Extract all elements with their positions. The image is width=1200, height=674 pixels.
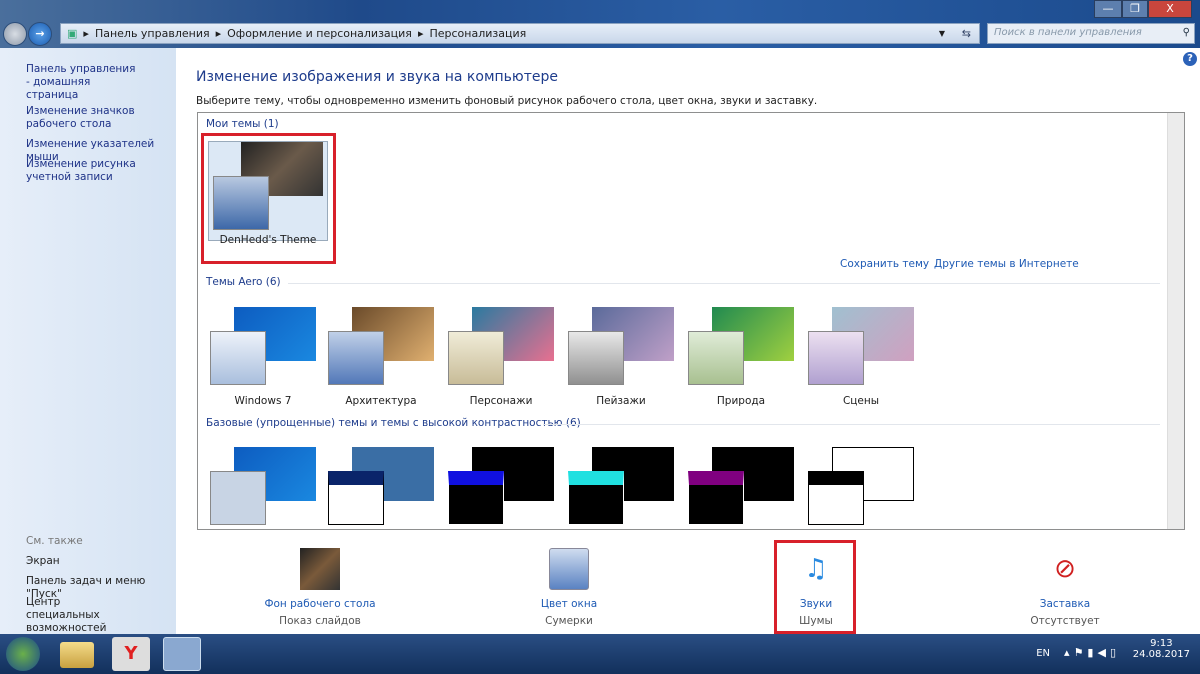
taskbar: Y EN ▴⚑▮◀▯ 9:13 24.08.2017 bbox=[0, 634, 1200, 674]
breadcrumb-personalization[interactable]: Персонализация bbox=[429, 27, 526, 40]
search-icon: ⚲ bbox=[1182, 27, 1190, 38]
page-title: Изменение изображения и звука на компьют… bbox=[196, 69, 558, 85]
search-input[interactable]: Поиск в панели управления ⚲ bbox=[987, 23, 1195, 44]
window-color-value: Сумерки bbox=[545, 615, 593, 627]
minimize-button[interactable]: — bbox=[1094, 0, 1122, 18]
aero-themes-header: Темы Aero (6) bbox=[206, 276, 281, 288]
address-bar[interactable]: ▣ ▸ Панель управления ▸ Оформление и персо… bbox=[60, 23, 980, 44]
screensaver-value: Отсутствует bbox=[1030, 615, 1100, 627]
theme-label: Персонажи bbox=[469, 395, 533, 407]
forward-button[interactable]: → bbox=[28, 22, 52, 46]
more-themes-link[interactable]: Другие темы в Интернете bbox=[934, 258, 1079, 270]
window-color-button[interactable]: Цвет окна Сумерки bbox=[499, 548, 639, 627]
theme-label: Архитектура bbox=[345, 395, 417, 407]
sidebar-link-desktop-icons[interactable]: Изменение значков рабочего стола bbox=[26, 105, 176, 131]
control-panel-taskbar-icon[interactable] bbox=[163, 637, 201, 671]
theme-label: Сцены bbox=[842, 395, 880, 407]
window-color-label: Цвет окна bbox=[540, 598, 598, 610]
dropdown-icon[interactable]: ▼ bbox=[939, 29, 945, 38]
screensaver-icon: ⊘ bbox=[1054, 554, 1076, 584]
desktop-background-icon bbox=[300, 548, 340, 590]
window-color-icon bbox=[549, 548, 589, 590]
highlight-my-theme bbox=[201, 133, 336, 264]
start-button[interactable] bbox=[6, 637, 40, 671]
sidebar: Панель управления - домашняя страница Из… bbox=[0, 48, 176, 634]
screensaver-button[interactable]: ⊘ Заставка Отсутствует bbox=[995, 548, 1135, 627]
title-bar: — ❐ X → ▣ ▸ Панель управления ▸ Оформление… bbox=[0, 0, 1200, 48]
theme-label: Природа bbox=[716, 395, 766, 407]
refresh-icon[interactable]: ⇆ bbox=[962, 27, 971, 40]
breadcrumb-appearance[interactable]: Оформление и персонализация bbox=[227, 27, 412, 40]
sidebar-link-home[interactable]: Панель управления - домашняя страница bbox=[26, 63, 136, 102]
back-button[interactable] bbox=[3, 22, 27, 46]
language-indicator[interactable]: EN bbox=[1036, 648, 1050, 659]
help-icon[interactable]: ? bbox=[1183, 52, 1197, 66]
explorer-taskbar-icon[interactable] bbox=[60, 642, 94, 668]
desktop-background-button[interactable]: Фон рабочего стола Показ слайдов bbox=[250, 548, 390, 627]
breadcrumb-control-panel[interactable]: Панель управления bbox=[95, 27, 210, 40]
desktop-background-label: Фон рабочего стола bbox=[264, 598, 376, 610]
tray-icons[interactable]: ▴⚑▮◀▯ bbox=[1064, 646, 1120, 659]
clock[interactable]: 9:13 24.08.2017 bbox=[1133, 638, 1190, 660]
maximize-button[interactable]: ❐ bbox=[1122, 0, 1148, 18]
desktop-background-value: Показ слайдов bbox=[279, 615, 361, 627]
theme-label: Пейзажи bbox=[596, 395, 646, 407]
highlight-sounds bbox=[774, 540, 856, 634]
basic-themes-header: Базовые (упрощенные) темы и темы с высок… bbox=[206, 417, 581, 429]
screensaver-label: Заставка bbox=[1039, 598, 1091, 610]
save-theme-link[interactable]: Сохранить тему bbox=[840, 258, 929, 270]
sidebar-link-ease-of-access[interactable]: Центр специальных возможностей bbox=[26, 596, 136, 635]
close-button[interactable]: X bbox=[1148, 0, 1192, 18]
theme-label: Windows 7 bbox=[234, 395, 292, 407]
my-themes-header: Мои темы (1) bbox=[206, 118, 279, 130]
scrollbar[interactable] bbox=[1167, 113, 1184, 529]
page-subtitle: Выберите тему, чтобы одновременно измени… bbox=[196, 95, 818, 107]
control-panel-icon: ▣ bbox=[67, 27, 78, 40]
sidebar-link-display[interactable]: Экран bbox=[26, 555, 176, 568]
see-also-label: См. также bbox=[26, 535, 83, 547]
themes-list: Мои темы (1) DenHedd's Theme Сохранить т… bbox=[197, 112, 1185, 530]
sidebar-link-account-picture[interactable]: Изменение рисунка учетной записи bbox=[26, 158, 176, 184]
yandex-taskbar-icon[interactable]: Y bbox=[112, 637, 150, 671]
